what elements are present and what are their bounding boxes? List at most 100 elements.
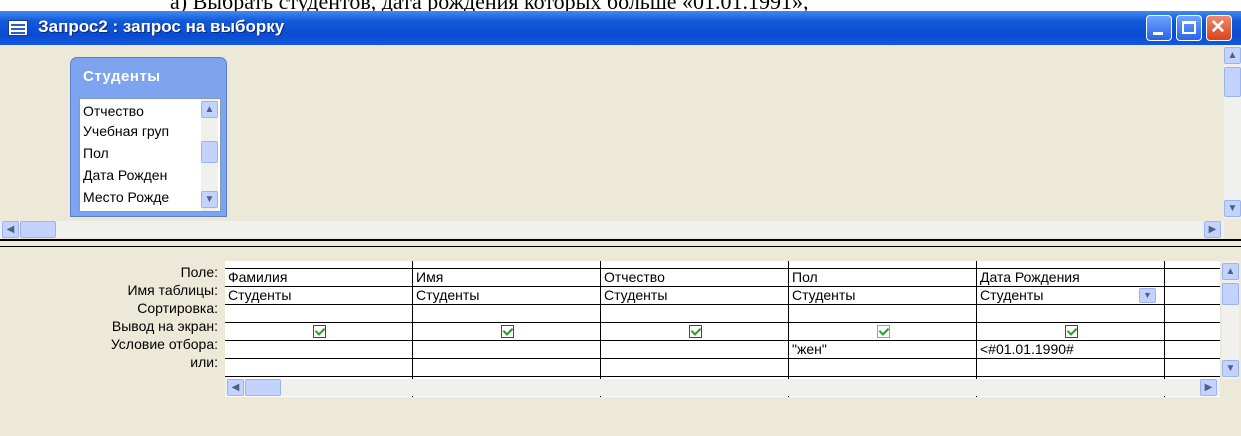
grid-column-empty — [1165, 261, 1220, 397]
column-selector[interactable] — [225, 261, 413, 269]
cell-table[interactable]: Студенты — [789, 287, 977, 305]
table-field-list-studenty[interactable]: Студенты Отчество Учебная груп Пол Дата … — [70, 57, 227, 217]
scroll-thumb[interactable] — [201, 141, 218, 163]
cell-field[interactable]: Имя — [413, 269, 601, 287]
scroll-up-arrow-icon[interactable]: ▲ — [1222, 263, 1239, 280]
cell-sort[interactable] — [977, 305, 1165, 323]
cell-table[interactable] — [1165, 287, 1220, 305]
scroll-down-arrow-icon[interactable]: ▼ — [1224, 200, 1241, 217]
row-label-table: Имя таблицы: — [127, 282, 218, 298]
cell-or[interactable] — [1165, 359, 1220, 377]
cell-criteria[interactable]: "жен" — [789, 341, 977, 359]
row-label-sort: Сортировка: — [137, 300, 218, 316]
scroll-down-arrow-icon[interactable]: ▼ — [1222, 360, 1239, 377]
pane-splitter[interactable] — [0, 239, 1241, 247]
cell-criteria[interactable]: <#01.01.1990# — [977, 341, 1165, 359]
show-checkbox[interactable] — [1065, 325, 1078, 338]
cell-field[interactable]: Пол — [789, 269, 977, 287]
grid-column: Фамилия Студенты — [225, 261, 413, 397]
scroll-thumb[interactable] — [1222, 283, 1239, 305]
scroll-up-arrow-icon[interactable]: ▲ — [201, 101, 218, 118]
cell-sort[interactable] — [789, 305, 977, 323]
minimize-icon — [1153, 32, 1163, 35]
query-window: Запрос2 : запрос на выборку ✕ Студенты О… — [0, 11, 1241, 436]
row-label-show: Вывод на экран: — [111, 318, 218, 334]
column-selector[interactable] — [1165, 261, 1220, 269]
cell-field[interactable] — [1165, 269, 1220, 287]
cell-criteria[interactable] — [413, 341, 601, 359]
query-window-icon[interactable] — [8, 20, 28, 36]
show-checkbox[interactable] — [877, 325, 890, 338]
field-list-item[interactable]: Отчество — [83, 101, 144, 121]
cell-criteria[interactable] — [1165, 341, 1220, 359]
field-list-scrollbar[interactable]: ▲ ▼ — [201, 99, 218, 211]
close-icon: ✕ — [1210, 17, 1226, 38]
dropdown-arrow-icon[interactable]: ▼ — [1139, 288, 1156, 303]
table-pane-horizontal-scrollbar[interactable]: ◀ ▶ — [0, 221, 1224, 238]
show-checkbox[interactable] — [689, 325, 702, 338]
scroll-thumb[interactable] — [20, 221, 56, 238]
field-list-item[interactable]: Дата Рожден — [83, 165, 167, 185]
cell-sort[interactable] — [601, 305, 789, 323]
cell-table[interactable]: Студенты — [413, 287, 601, 305]
cell-show — [977, 323, 1165, 341]
column-selector[interactable] — [789, 261, 977, 269]
column-selector[interactable] — [977, 261, 1165, 269]
maximize-icon — [1182, 21, 1196, 34]
cell-or[interactable] — [601, 359, 789, 377]
row-label-or: или: — [190, 354, 218, 370]
row-label-field: Поле: — [180, 264, 218, 280]
cell-show[interactable] — [1165, 323, 1220, 341]
cell-sort[interactable] — [225, 305, 413, 323]
cell-field[interactable]: Дата Рождения — [977, 269, 1165, 287]
cell-or[interactable] — [413, 359, 601, 377]
cell-criteria[interactable] — [225, 341, 413, 359]
grid-vertical-scrollbar[interactable]: ▲ ▼ — [1222, 261, 1239, 379]
table-title: Студенты — [83, 68, 161, 85]
show-checkbox[interactable] — [501, 325, 514, 338]
grid-column: Отчество Студенты — [601, 261, 789, 397]
grid-column: Имя Студенты — [413, 261, 601, 397]
close-button[interactable]: ✕ — [1206, 15, 1232, 41]
cell-show — [225, 323, 413, 341]
grid-column: Дата Рождения Студенты ▼ <#01.01.1990# — [977, 261, 1165, 397]
minimize-button[interactable] — [1146, 15, 1172, 41]
cell-table-value: Студенты — [980, 287, 1044, 303]
scroll-right-arrow-icon[interactable]: ▶ — [1200, 379, 1217, 396]
scroll-thumb[interactable] — [1224, 67, 1241, 97]
cell-show — [413, 323, 601, 341]
row-label-criteria: Условие отбора: — [110, 336, 218, 352]
scroll-thumb[interactable] — [245, 379, 281, 396]
cell-or[interactable] — [789, 359, 977, 377]
field-list[interactable]: Отчество Учебная груп Пол Дата Рожден Ме… — [79, 98, 221, 212]
grid-column: Пол Студенты "жен" — [789, 261, 977, 397]
cell-table[interactable]: Студенты — [225, 287, 413, 305]
window-title: Запрос2 : запрос на выборку — [38, 17, 285, 36]
scroll-left-arrow-icon[interactable]: ◀ — [2, 221, 19, 238]
scroll-left-arrow-icon[interactable]: ◀ — [227, 379, 244, 396]
scroll-down-arrow-icon[interactable]: ▼ — [201, 191, 218, 208]
cell-or[interactable] — [977, 359, 1165, 377]
cell-field[interactable]: Фамилия — [225, 269, 413, 287]
cell-show — [601, 323, 789, 341]
table-pane-vertical-scrollbar[interactable]: ▲ ▼ — [1224, 45, 1241, 219]
column-selector[interactable] — [413, 261, 601, 269]
cell-table[interactable]: Студенты — [601, 287, 789, 305]
query-design-grid[interactable]: Фамилия Студенты Имя Студенты Отчество С — [225, 261, 1220, 397]
scroll-right-arrow-icon[interactable]: ▶ — [1204, 221, 1221, 238]
field-list-item[interactable]: Место Рожде — [83, 187, 169, 207]
grid-horizontal-scrollbar[interactable]: ◀ ▶ — [225, 379, 1220, 396]
cell-table[interactable]: Студенты ▼ — [977, 287, 1165, 305]
maximize-button[interactable] — [1176, 15, 1202, 41]
field-list-item[interactable]: Учебная груп — [83, 121, 169, 141]
cell-sort[interactable] — [413, 305, 601, 323]
cell-or[interactable] — [225, 359, 413, 377]
show-checkbox[interactable] — [313, 325, 326, 338]
cell-sort[interactable] — [1165, 305, 1220, 323]
cell-field[interactable]: Отчество — [601, 269, 789, 287]
column-selector[interactable] — [601, 261, 789, 269]
field-list-item[interactable]: Пол — [83, 143, 109, 163]
scroll-up-arrow-icon[interactable]: ▲ — [1224, 47, 1241, 64]
cell-criteria[interactable] — [601, 341, 789, 359]
title-bar[interactable]: Запрос2 : запрос на выборку ✕ — [0, 11, 1241, 45]
